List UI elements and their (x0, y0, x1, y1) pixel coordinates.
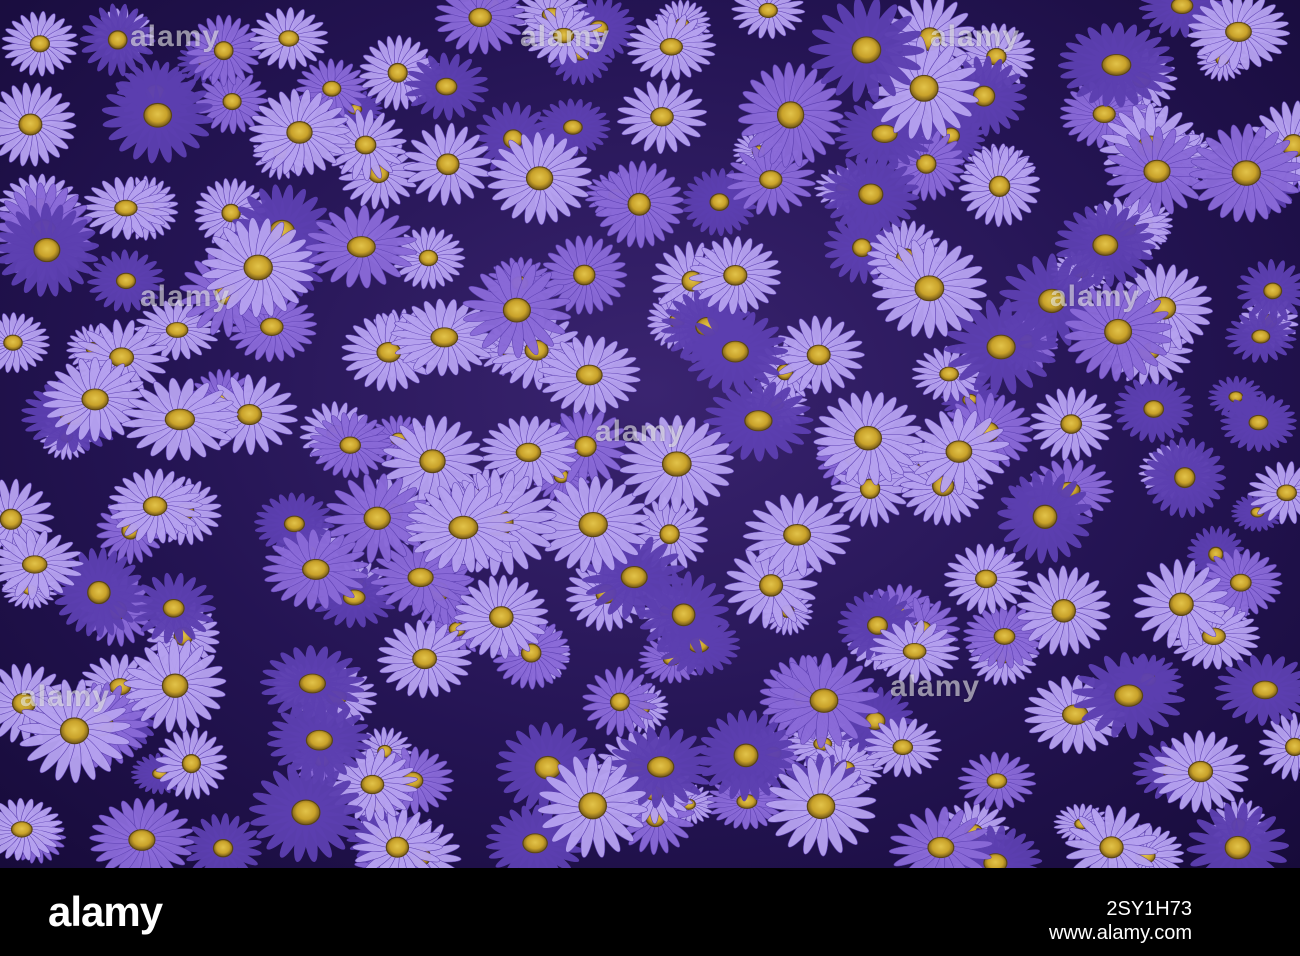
daisy-flower (594, 160, 685, 249)
daisy-flower (1114, 375, 1194, 443)
daisy-flower (259, 645, 365, 722)
daisy-field (0, 0, 1300, 868)
alamy-logo: alamy (48, 888, 163, 935)
daisy-flower (0, 312, 51, 374)
footer-bar: alamy 2SY1H73 www.alamy.com (0, 868, 1300, 956)
daisy-flower (87, 249, 165, 313)
daisy-flower (1151, 729, 1250, 813)
daisy-flower (376, 619, 473, 699)
flower-photo (0, 0, 1300, 868)
daisy-flower (1, 11, 79, 77)
daisy-flower (957, 751, 1037, 811)
daisy-flower (101, 67, 214, 164)
daisy-flower (403, 122, 493, 206)
image-id-label: 2SY1H73 (1106, 898, 1192, 920)
daisy-flower (304, 205, 418, 289)
daisy-flower (943, 543, 1029, 615)
site-url: www.alamy.com (1049, 922, 1192, 944)
daisy-flower (434, 0, 526, 55)
daisy-flower (404, 52, 489, 121)
daisy-flower (391, 226, 466, 290)
daisy-flower (1186, 0, 1291, 71)
daisy-flower (616, 79, 708, 155)
daisy-flower (248, 6, 329, 70)
daisy-flower (89, 797, 195, 868)
daisy-flower (1143, 437, 1227, 518)
daisy-flower (184, 813, 262, 868)
daisy-flower (1029, 386, 1113, 462)
daisy-flower (731, 0, 806, 40)
daisy-flower (0, 82, 77, 167)
